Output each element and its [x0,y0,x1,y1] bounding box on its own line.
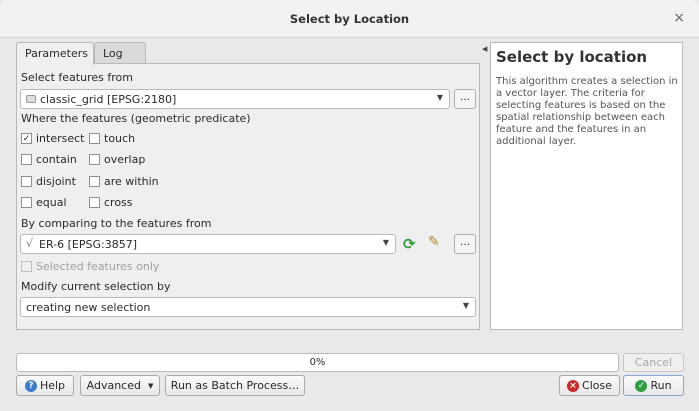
checkbox-icon [89,133,100,144]
advanced-dropdown-button[interactable]: Advanced ▼ [80,375,160,396]
chevron-down-icon: ▼ [436,93,443,102]
wrench-icon[interactable]: ✎ [428,234,440,250]
checkbox-icon [89,197,100,208]
close-button[interactable]: × Close [559,375,620,396]
refresh-icon[interactable]: ⟳ [403,235,416,253]
help-icon: ? [24,379,37,392]
polygon-layer-icon [26,95,36,103]
tab-log[interactable]: Log [94,42,146,64]
select-from-value: classic_grid [EPSG:2180] [40,93,177,106]
run-icon: ✓ [635,379,648,392]
run-batch-button[interactable]: Run as Batch Process… [165,375,305,396]
help-description: This algorithm creates a selection in a … [496,76,678,147]
collapse-arrow-icon[interactable]: ◀ [482,45,487,53]
chevron-down-icon: ▼ [147,381,154,390]
predicate-are-within[interactable]: are within [89,175,159,188]
cancel-button[interactable]: Cancel [623,353,684,372]
modify-selection-label: Modify current selection by [21,280,171,293]
checkbox-icon [21,261,32,272]
help-button[interactable]: ? Help [16,375,74,396]
compare-layer-value: ER-6 [EPSG:3857] [39,238,137,251]
chevron-down-icon: ▼ [382,238,389,247]
predicate-label: Where the features (geometric predicate) [21,112,251,125]
selected-features-only-checkbox[interactable]: Selected features only [21,260,159,273]
predicate-cross[interactable]: cross [89,196,133,209]
chevron-down-icon: ▼ [462,301,469,310]
window-close-button[interactable]: × [673,10,685,26]
close-icon: × [567,379,580,392]
checkbox-icon [89,176,100,187]
checkbox-icon [21,197,32,208]
modify-selection-combo[interactable]: creating new selection ▼ [20,297,476,317]
checkbox-icon [89,154,100,165]
predicate-contain[interactable]: contain [21,153,77,166]
select-from-options-button[interactable]: … [454,89,476,109]
help-title: Select by location [496,48,648,66]
predicate-overlap[interactable]: overlap [89,153,145,166]
compare-options-button[interactable]: … [454,234,476,254]
compare-label: By comparing to the features from [21,217,212,230]
window-title: Select by Location [289,12,410,26]
predicate-touch[interactable]: touch [89,132,135,145]
predicate-equal[interactable]: equal [21,196,67,209]
checkbox-checked-icon: ✓ [21,133,32,144]
title-bar: Select by Location × [0,0,699,38]
progress-bar: 0% [16,353,619,372]
select-from-label: Select features from [21,71,133,84]
parameters-panel: Select features from classic_grid [EPSG:… [16,63,480,330]
compare-layer-combo[interactable]: √ ER-6 [EPSG:3857] ▼ [20,234,396,254]
run-button[interactable]: ✓ Run [623,375,684,396]
modify-selection-value: creating new selection [26,301,151,314]
line-layer-icon: √ [26,237,34,250]
tab-parameters[interactable]: Parameters [16,42,94,65]
checkbox-icon [21,176,32,187]
predicate-intersect[interactable]: ✓ intersect [21,132,85,145]
help-panel: Select by location This algorithm create… [490,42,683,330]
predicate-disjoint[interactable]: disjoint [21,175,76,188]
checkbox-icon [21,154,32,165]
select-from-combo[interactable]: classic_grid [EPSG:2180] ▼ [20,89,450,109]
